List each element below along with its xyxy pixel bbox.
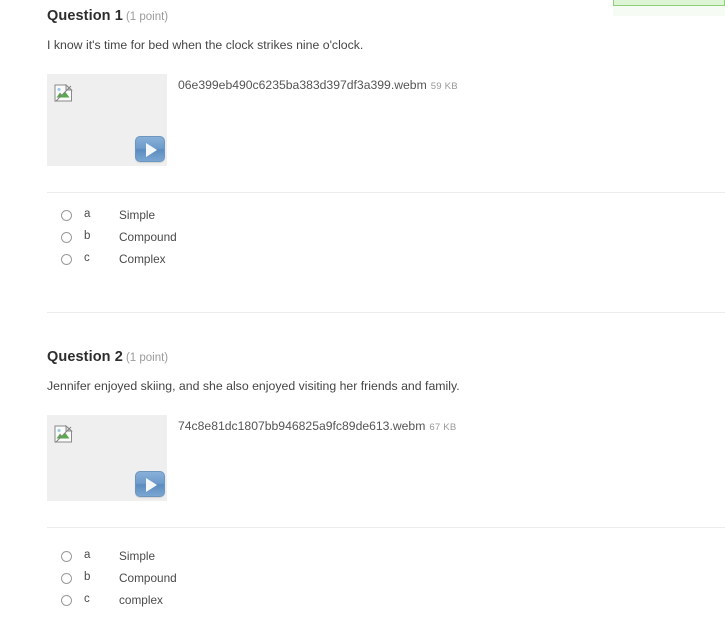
question-header: Question 1 (1 point): [47, 8, 168, 25]
question-points: (1 point): [125, 11, 169, 23]
question-prompt: I know it's time for bed when the clock …: [47, 38, 364, 52]
radio-button[interactable]: [61, 595, 72, 606]
option-label[interactable]: Compound: [119, 571, 177, 585]
option-letter: b: [84, 230, 91, 242]
option-label[interactable]: Simple: [119, 549, 155, 563]
file-name[interactable]: 06e399eb490c6235ba383d397df3a399.webm: [178, 78, 427, 92]
option-label[interactable]: Compound: [119, 230, 177, 244]
option-label[interactable]: complex: [119, 593, 163, 607]
play-triangle: [146, 478, 157, 492]
attachment: 74c8e81dc1807bb946825a9fc89de613.webm 67 …: [47, 415, 456, 501]
section-divider: [47, 527, 725, 528]
option-letter: b: [84, 571, 91, 583]
option-label[interactable]: Simple: [119, 208, 155, 222]
video-thumbnail[interactable]: [47, 74, 167, 166]
question-points: (1 point): [125, 352, 169, 364]
radio-button[interactable]: [61, 210, 72, 221]
broken-image-icon: [54, 424, 73, 443]
file-size: 59 KB: [430, 81, 458, 92]
play-icon[interactable]: [135, 136, 165, 162]
question-title: Question 2: [47, 349, 123, 365]
file-size: 67 KB: [429, 422, 457, 433]
option-letter: c: [84, 593, 90, 605]
attachment: 06e399eb490c6235ba383d397df3a399.webm 59 …: [47, 74, 458, 166]
section-divider: [47, 192, 725, 193]
option-label[interactable]: Complex: [119, 252, 166, 266]
option-letter: a: [84, 208, 91, 220]
video-thumbnail[interactable]: [47, 415, 167, 501]
question-header: Question 2 (1 point): [47, 349, 168, 366]
broken-image-icon: [54, 83, 73, 102]
play-icon[interactable]: [135, 471, 165, 497]
option-letter: a: [84, 549, 91, 561]
file-meta: 06e399eb490c6235ba383d397df3a399.webm 59 …: [178, 78, 458, 94]
option-letter: c: [84, 252, 90, 264]
radio-button[interactable]: [61, 232, 72, 243]
question-divider: [47, 312, 725, 313]
quiz-page: Question 1 (1 point) I know it's time for…: [0, 0, 725, 634]
file-meta: 74c8e81dc1807bb946825a9fc89de613.webm 67 …: [178, 419, 457, 435]
file-name[interactable]: 74c8e81dc1807bb946825a9fc89de613.webm: [178, 419, 425, 433]
play-triangle: [146, 143, 157, 157]
radio-button[interactable]: [61, 254, 72, 265]
status-banner-shadow: [613, 6, 725, 16]
radio-button[interactable]: [61, 573, 72, 584]
question-prompt: Jennifer enjoyed skiing, and she also en…: [47, 379, 460, 393]
radio-button[interactable]: [61, 551, 72, 562]
question-title: Question 1: [47, 8, 123, 24]
